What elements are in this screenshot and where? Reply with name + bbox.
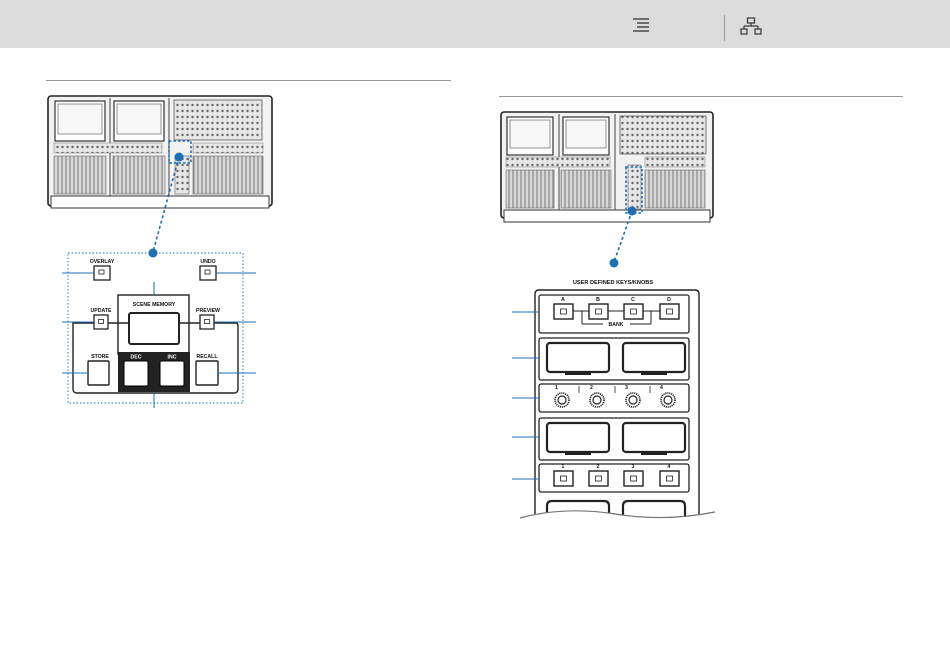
inc-key[interactable] bbox=[159, 360, 185, 387]
dec-key[interactable] bbox=[123, 360, 149, 387]
preview-key[interactable] bbox=[199, 314, 215, 330]
preview-label: PREVIEW bbox=[196, 308, 220, 314]
store-key[interactable] bbox=[87, 360, 110, 386]
bank-key-a-label: A bbox=[561, 297, 565, 303]
user-defined-title: USER DEFINED KEYS/KNOBS bbox=[573, 280, 653, 286]
user-key-2-number: 2 bbox=[597, 464, 600, 470]
knob-1-group: 1 bbox=[554, 385, 570, 408]
recall-key[interactable] bbox=[195, 360, 219, 386]
recall-label: RECALL bbox=[196, 354, 218, 360]
user-key-2-group: 2 bbox=[588, 464, 609, 487]
overlay-label: OVERLAY bbox=[90, 259, 115, 265]
knob-4-group: 4 bbox=[660, 385, 676, 408]
undo-key[interactable] bbox=[199, 265, 217, 281]
knob-2-group: 2 bbox=[589, 385, 605, 408]
bank-label: BANK bbox=[609, 322, 624, 328]
user-key-1-group: 1 bbox=[553, 464, 574, 487]
user-key-1-number: 1 bbox=[562, 464, 565, 470]
console-drawing bbox=[500, 111, 714, 223]
store-label: STORE bbox=[91, 354, 109, 360]
bank-key-c-label: C bbox=[631, 297, 635, 303]
bank-key-b-group: B bbox=[588, 297, 609, 320]
update-label: UPDATE bbox=[91, 308, 112, 314]
inc-label: INC bbox=[168, 355, 177, 361]
user-defined-illustration: USER DEFINED KEYS/KNOBS A B C D BANK 1 2… bbox=[500, 111, 716, 530]
bank-key-d-label: D bbox=[667, 297, 671, 303]
user-display-3 bbox=[545, 421, 611, 454]
undo-label: UNDO bbox=[200, 259, 215, 265]
user-key-3-group: 3 bbox=[623, 464, 644, 487]
user-display-2 bbox=[621, 341, 687, 374]
bank-key-c-group: C bbox=[623, 297, 644, 320]
knob-2-number: 2 bbox=[590, 385, 593, 391]
scene-memory-display bbox=[128, 312, 180, 345]
user-display-4 bbox=[621, 421, 687, 454]
user-key-4-number: 4 bbox=[668, 464, 671, 470]
update-key[interactable] bbox=[93, 314, 109, 330]
user-display-1 bbox=[545, 341, 611, 374]
knob-3-number: 3 bbox=[625, 385, 628, 391]
scene-memory-illustration: SCENE MEMORY OVERLAY UNDO UPDATE PREVIEW… bbox=[47, 95, 273, 408]
knob-3-group: 3 bbox=[625, 385, 641, 408]
bank-key-d-group: D bbox=[659, 297, 680, 320]
console-drawing bbox=[47, 95, 273, 209]
dec-label: DEC bbox=[131, 355, 142, 361]
overlay-key[interactable] bbox=[93, 265, 111, 281]
user-key-3-number: 3 bbox=[632, 464, 635, 470]
knob-1-number: 1 bbox=[555, 385, 558, 391]
knob-4-number: 4 bbox=[660, 385, 663, 391]
bank-key-b-label: B bbox=[596, 297, 600, 303]
user-key-4-group: 4 bbox=[659, 464, 680, 487]
scene-memory-title: SCENE MEMORY bbox=[133, 302, 176, 308]
callout-dot-right bbox=[609, 258, 619, 268]
bank-key-a-group: A bbox=[553, 297, 574, 320]
